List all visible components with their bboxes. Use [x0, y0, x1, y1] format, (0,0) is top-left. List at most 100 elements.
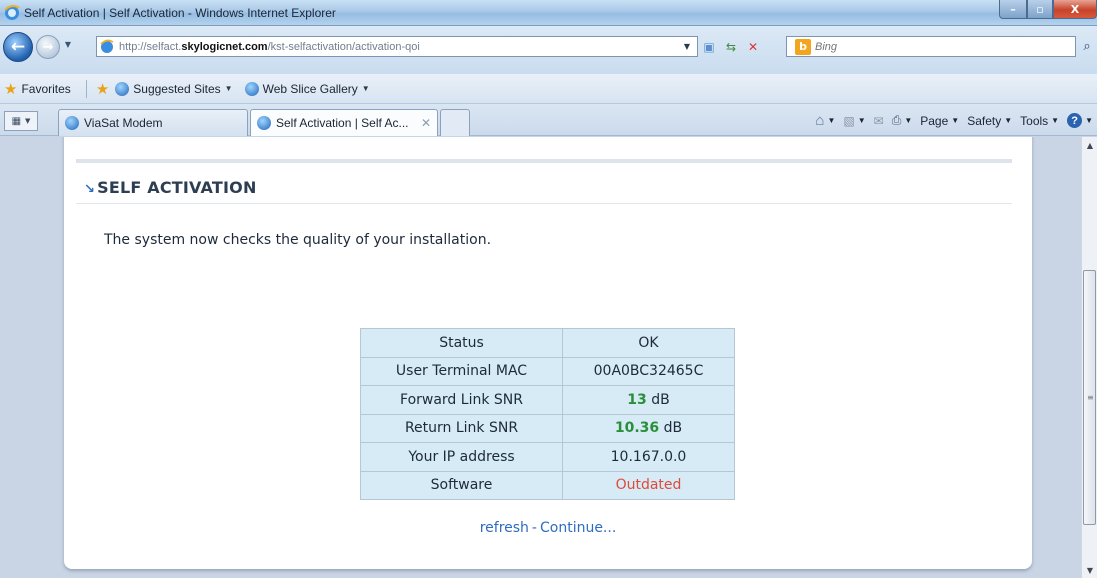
new-tab-button[interactable]	[440, 109, 470, 136]
close-button[interactable]: X	[1053, 0, 1097, 19]
vertical-scrollbar[interactable]: ▲ ≡ ▼	[1081, 137, 1097, 578]
back-arrow-icon: ←	[10, 37, 26, 57]
page-menu-label: Page	[920, 113, 949, 128]
chevron-down-icon: ▼	[1051, 116, 1060, 125]
ip-label: Your IP address	[360, 442, 563, 472]
software-label: Software	[360, 470, 563, 500]
return-snr-label: Return Link SNR	[360, 413, 563, 443]
url-text[interactable]: http://selfact.skylogicnet.com/kst-selfa…	[119, 41, 420, 53]
back-button[interactable]: ←	[3, 32, 33, 62]
safety-menu[interactable]: Safety ▼	[967, 114, 1012, 128]
rss-feed-icon: ▧	[843, 113, 855, 128]
table-row: Status OK	[360, 328, 735, 358]
command-bar: ⌂ ▼ ▧ ▼ ✉ ⎙ ▼ Page ▼ Safety ▼ Tools ▼ ? ▼	[815, 112, 1093, 129]
quick-tabs-button[interactable]: ▦ ▼	[4, 111, 38, 131]
scroll-up-arrow-icon[interactable]: ▲	[1082, 137, 1097, 153]
action-links: refresh - Continue...	[64, 520, 1032, 536]
chevron-down-icon: ▼	[857, 116, 866, 125]
navigation-bar: ← → ▼ http://selfact.skylogicnet.com/kst…	[0, 26, 1097, 74]
favorites-label: Favorites	[21, 81, 71, 96]
favorites-item-suggested-sites[interactable]: Suggested Sites ▼	[115, 81, 233, 96]
window-controls: – ▫ X	[999, 0, 1097, 20]
read-mail-button[interactable]: ✉	[874, 114, 884, 128]
chevron-down-icon: ▼	[1085, 116, 1093, 125]
table-row: Return Link SNR 10.36 dB	[360, 413, 735, 443]
table-row: User Terminal MAC 00A0BC32465C	[360, 356, 735, 386]
address-bar[interactable]: http://selfact.skylogicnet.com/kst-selfa…	[96, 36, 698, 57]
compatibility-view-icon[interactable]: ▣	[700, 38, 718, 56]
search-box[interactable]: b	[786, 36, 1076, 57]
bing-logo-icon: b	[795, 38, 811, 55]
tab-viasat-modem[interactable]: ViaSat Modem	[58, 109, 248, 136]
mac-label: User Terminal MAC	[360, 356, 563, 386]
chevron-down-icon: ▼	[904, 116, 913, 125]
tab-self-activation[interactable]: Self Activation | Self Ac... ✕	[250, 109, 438, 136]
window-title: Self Activation | Self Activation - Wind…	[24, 6, 336, 20]
favorites-button[interactable]: ★ Favorites	[4, 80, 71, 98]
content-panel: ↘ SELF ACTIVATION The system now checks t…	[64, 137, 1032, 569]
tools-menu[interactable]: Tools ▼	[1020, 114, 1059, 128]
arrow-down-right-icon: ↘	[84, 182, 96, 197]
maximize-button[interactable]: ▫	[1027, 0, 1053, 19]
favorites-star-icon: ★	[4, 80, 18, 98]
search-icon[interactable]: ⌕	[1077, 36, 1097, 57]
ie-page-icon	[65, 116, 79, 130]
add-to-favorites-icon[interactable]: ★	[96, 80, 109, 98]
safety-menu-label: Safety	[967, 113, 1002, 128]
feeds-button[interactable]: ▧ ▼	[843, 114, 865, 128]
minimize-button[interactable]: –	[999, 0, 1027, 19]
favorites-bar: ★ Favorites ★ Suggested Sites ▼ Web Slic…	[0, 74, 1097, 104]
tab-bar: ▦ ▼ ViaSat Modem Self Activation | Self …	[0, 104, 1097, 136]
scrollbar-thumb[interactable]: ≡	[1083, 270, 1096, 525]
chevron-down-icon: ▼	[25, 117, 31, 125]
ie-page-icon	[257, 116, 271, 130]
return-snr-number: 10.36	[614, 420, 660, 437]
refresh-icon[interactable]: ⇆	[722, 38, 740, 56]
recent-pages-dropdown[interactable]: ▼	[62, 40, 74, 52]
search-input[interactable]	[815, 40, 1015, 53]
link-separator: -	[531, 520, 537, 536]
printer-icon: ⎙	[891, 113, 902, 127]
forward-button[interactable]: →	[36, 35, 60, 59]
page-viewport: ↘ SELF ACTIVATION The system now checks t…	[0, 137, 1081, 578]
close-tab-icon[interactable]: ✕	[421, 116, 431, 130]
continue-link[interactable]: Continue...	[540, 520, 616, 536]
help-button[interactable]: ? ▼	[1067, 113, 1093, 128]
forward-snr-value: 13 dB	[562, 385, 735, 415]
chevron-down-icon: ▼	[224, 84, 233, 93]
grid-icon: ▦	[11, 115, 22, 127]
scroll-down-arrow-icon[interactable]: ▼	[1082, 562, 1097, 578]
chevron-down-icon: ▼	[1004, 116, 1013, 125]
home-button[interactable]: ⌂ ▼	[815, 112, 835, 129]
tab-label: ViaSat Modem	[84, 116, 163, 130]
page-menu[interactable]: Page ▼	[920, 114, 959, 128]
chevron-down-icon: ▼	[827, 116, 836, 125]
favorites-item-label: Suggested Sites	[133, 81, 221, 96]
favorites-item-web-slice-gallery[interactable]: Web Slice Gallery ▼	[244, 81, 370, 96]
table-row: Software Outdated	[360, 470, 735, 500]
status-label: Status	[360, 328, 563, 358]
forward-snr-unit: dB	[651, 391, 670, 408]
divider	[76, 159, 1012, 163]
mail-icon: ✉	[873, 113, 884, 128]
stop-icon[interactable]: ✕	[744, 38, 762, 56]
tab-label: Self Activation | Self Ac...	[276, 116, 409, 130]
ie-page-icon	[115, 81, 130, 96]
table-row: Forward Link SNR 13 dB	[360, 385, 735, 415]
print-button[interactable]: ⎙ ▼	[892, 113, 913, 128]
favorites-item-label: Web Slice Gallery	[262, 81, 358, 96]
window-title-bar[interactable]: Self Activation | Self Activation - Wind…	[0, 0, 1097, 26]
ip-value: 10.167.0.0	[562, 442, 735, 472]
refresh-link[interactable]: refresh	[480, 520, 529, 536]
tools-menu-label: Tools	[1020, 113, 1049, 128]
table-row: Your IP address 10.167.0.0	[360, 442, 735, 472]
chevron-down-icon: ▼	[951, 116, 960, 125]
mac-value: 00A0BC32465C	[562, 356, 735, 386]
divider	[76, 203, 1012, 204]
page-title: ↘ SELF ACTIVATION	[84, 178, 257, 197]
forward-arrow-icon: →	[42, 39, 54, 55]
intro-text: The system now checks the quality of you…	[104, 232, 492, 248]
divider	[85, 79, 87, 98]
address-dropdown-icon[interactable]: ▼	[678, 38, 696, 56]
heading-text: SELF ACTIVATION	[97, 178, 257, 197]
